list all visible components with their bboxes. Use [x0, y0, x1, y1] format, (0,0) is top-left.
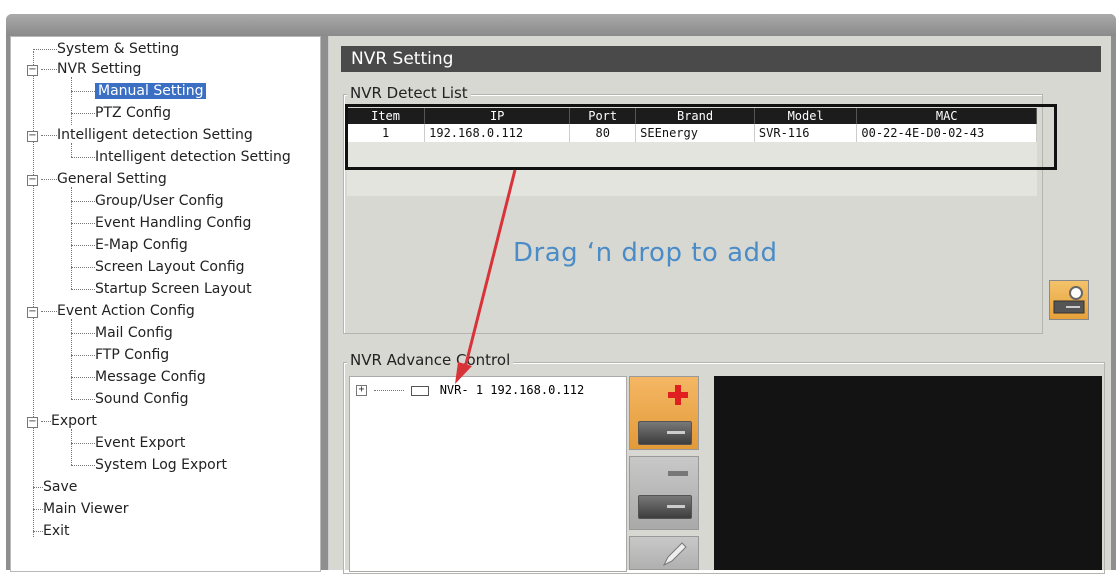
tree-item-intelligent-detection[interactable]: Intelligent detection Setting	[41, 125, 253, 145]
tree-item-event-action-config[interactable]: Event Action Config	[41, 301, 195, 321]
minus-icon	[668, 471, 688, 476]
remove-device-button[interactable]	[629, 456, 699, 530]
tree-item-group-user-config[interactable]: Group/User Config	[71, 191, 224, 211]
tree-item-ftp-config[interactable]: FTP Config	[71, 345, 169, 365]
device-icon	[638, 495, 692, 519]
tree-item-system-setting[interactable]: System & Setting	[33, 39, 179, 59]
tree-item-event-handling-config[interactable]: Event Handling Config	[71, 213, 251, 233]
pencil-icon	[662, 542, 687, 567]
tree-item-nvr-setting[interactable]: NVR Setting	[41, 59, 141, 79]
edit-device-button[interactable]	[629, 536, 699, 570]
tree-item-startup-screen-layout[interactable]: Startup Screen Layout	[71, 279, 252, 299]
window-top-bar	[6, 14, 1116, 36]
tree-item-save[interactable]: Save	[33, 477, 77, 497]
device-icon	[638, 421, 692, 445]
scan-devices-button[interactable]	[1049, 280, 1089, 320]
detect-list-title: NVR Detect List	[347, 84, 471, 102]
tree-item-ptz-config[interactable]: PTZ Config	[71, 103, 171, 123]
tree-item-export[interactable]: Export	[41, 411, 97, 431]
add-device-button[interactable]	[629, 376, 699, 450]
tree-item-general-setting[interactable]: General Setting	[41, 169, 167, 189]
collapse-icon[interactable]: −	[27, 65, 38, 76]
tree-item-intelligent-detection-sub[interactable]: Intelligent detection Setting	[71, 147, 291, 167]
video-preview[interactable]	[714, 376, 1102, 570]
collapse-icon[interactable]: −	[27, 175, 38, 186]
tree-item-system-log-export[interactable]: System Log Export	[71, 455, 227, 475]
expand-icon[interactable]: +	[356, 385, 367, 396]
nvr-device-icon	[411, 385, 430, 396]
tree-item-main-viewer[interactable]: Main Viewer	[33, 499, 128, 519]
panel-title: NVR Setting	[341, 46, 1101, 72]
collapse-icon[interactable]: −	[27, 307, 38, 318]
plus-icon	[668, 385, 688, 405]
tree-item-exit[interactable]: Exit	[33, 521, 70, 541]
drag-hint-text: Drag ‘n drop to add	[513, 238, 778, 268]
tree-guide	[33, 51, 34, 537]
tree-connector	[374, 390, 405, 391]
tree-item-message-config[interactable]: Message Config	[71, 367, 206, 387]
scan-icon	[1053, 286, 1085, 314]
collapse-icon[interactable]: −	[27, 417, 38, 428]
annotation-highlight-box	[345, 104, 1057, 170]
tree-item-emap-config[interactable]: E-Map Config	[71, 235, 188, 255]
tree-item-sound-config[interactable]: Sound Config	[71, 389, 188, 409]
nvr-device-tree[interactable]: + NVR- 1 192.168.0.112	[349, 376, 627, 572]
advance-control-title: NVR Advance Control	[347, 351, 514, 369]
tree-item-event-export[interactable]: Event Export	[71, 433, 185, 453]
nvr-tree-label: NVR- 1 192.168.0.112	[439, 383, 585, 397]
tree-item-manual-setting[interactable]: Manual Setting	[71, 81, 207, 101]
tree-item-screen-layout-config[interactable]: Screen Layout Config	[71, 257, 245, 277]
settings-tree[interactable]: System & Setting − NVR Setting Manual Se…	[10, 36, 321, 572]
nvr-tree-node[interactable]: + NVR- 1 192.168.0.112	[356, 383, 584, 397]
nvr-setting-panel: NVR Setting NVR Detect List Item IP Port…	[328, 36, 1111, 574]
collapse-icon[interactable]: −	[27, 131, 38, 142]
tree-item-mail-config[interactable]: Mail Config	[71, 323, 173, 343]
